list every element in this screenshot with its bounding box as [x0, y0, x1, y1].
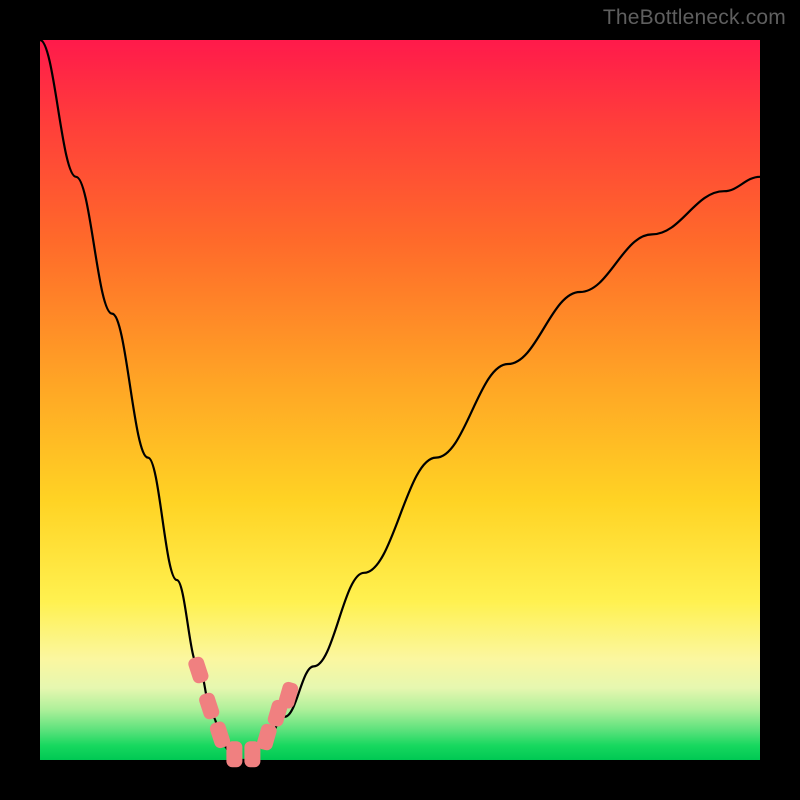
curve-marker [187, 655, 210, 685]
curve-marker [277, 680, 300, 709]
curve-marker [256, 722, 279, 751]
bottleneck-curve [40, 40, 760, 760]
marker-group [187, 655, 300, 767]
curve-marker [198, 691, 221, 721]
plot-area [40, 40, 760, 760]
chart-frame: TheBottleneck.com [0, 0, 800, 800]
watermark-text: TheBottleneck.com [603, 6, 786, 30]
curve-marker [226, 741, 242, 767]
chart-svg [40, 40, 760, 760]
